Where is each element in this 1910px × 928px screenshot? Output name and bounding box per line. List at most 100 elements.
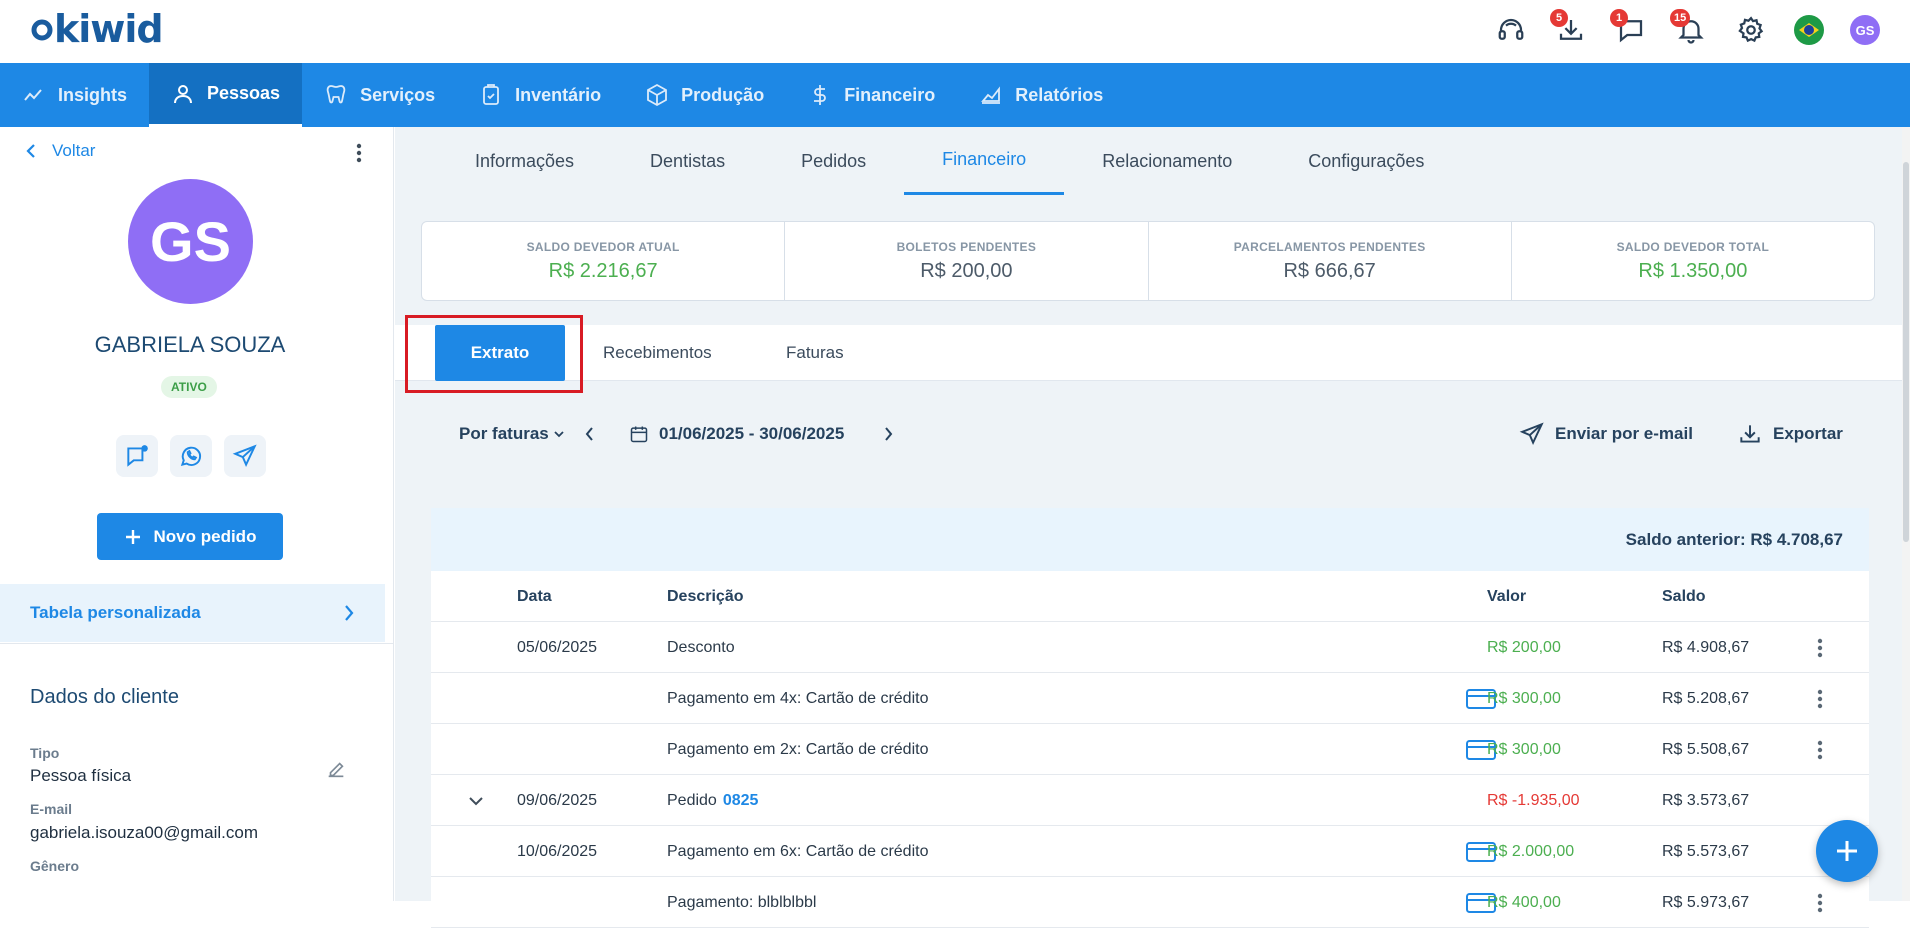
summary-value: R$ 1.350,00	[1638, 259, 1748, 282]
summary-value: R$ 2.216,67	[548, 259, 658, 282]
row-balance: R$ 5.508,67	[1662, 740, 1750, 758]
nav-producao[interactable]: Produção	[623, 63, 786, 127]
gear-icon[interactable]	[1734, 13, 1768, 47]
table-row[interactable]: 09/06/2025 Pedido 0825 R$ -1.935,00 R$ 3.573…	[431, 775, 1869, 826]
support-headset-icon[interactable]	[1494, 13, 1528, 47]
summary-card: PARCELAMENTOS PENDENTES R$ 666,67	[1149, 222, 1512, 300]
client-data-title: Dados do cliente	[30, 686, 179, 708]
clipboard-icon	[483, 84, 500, 105]
summary-label: BOLETOS PENDENTES	[896, 239, 1037, 254]
bell-badge: 15	[1670, 9, 1691, 27]
main-content: Informações Dentistas Pedidos Financeiro…	[395, 127, 1910, 928]
table-row[interactable]: 05/06/2025 Desconto R$ 200,00 R$ 4.908,67	[431, 622, 1869, 673]
row-description: Desconto	[667, 622, 735, 673]
date-range-picker[interactable]: 01/06/2025 - 30/06/2025	[629, 409, 844, 459]
status-badge: ATIVO	[161, 376, 217, 398]
send-icon	[232, 444, 257, 468]
download-icon[interactable]: 5	[1550, 9, 1588, 47]
summary-card: BOLETOS PENDENTES R$ 200,00	[785, 222, 1149, 300]
financial-summary: SALDO DEVEDOR ATUAL R$ 2.216,67 BOLETOS …	[421, 221, 1875, 301]
column-header-value: Valor	[1487, 587, 1527, 605]
tab-configuracoes[interactable]: Configurações	[1270, 127, 1462, 195]
tab-dentistas[interactable]: Dentistas	[612, 127, 763, 195]
new-order-label: Novo pedido	[153, 526, 257, 546]
column-header-date: Data	[517, 587, 552, 605]
row-menu-icon[interactable]	[1815, 877, 1825, 928]
nav-relatorios[interactable]: Relatórios	[957, 63, 1125, 127]
edit-icon[interactable]	[325, 758, 347, 780]
brazil-flag-icon[interactable]	[1794, 15, 1824, 45]
nav-label: Financeiro	[844, 84, 936, 105]
email-value: gabriela.isouza00@gmail.com	[30, 823, 258, 842]
order-link[interactable]: 0825	[723, 792, 759, 810]
summary-card: SALDO DEVEDOR ATUAL R$ 2.216,67	[422, 222, 786, 300]
group-by-label: Por faturas	[459, 424, 549, 443]
row-balance: R$ 4.908,67	[1662, 638, 1750, 656]
table-header: Data Descrição Valor Saldo	[431, 571, 1869, 622]
chevron-left-icon	[585, 427, 593, 441]
highlight-box	[405, 315, 583, 393]
row-description-text: Pagamento: blblblbbl	[667, 893, 817, 911]
tab-relacionamento[interactable]: Relacionamento	[1064, 127, 1270, 195]
nav-insights[interactable]: Insights	[0, 63, 149, 127]
area-chart-icon	[981, 86, 1001, 104]
back-link[interactable]: Voltar	[24, 141, 95, 161]
tab-pedidos[interactable]: Pedidos	[763, 127, 904, 195]
row-menu-icon[interactable]	[1815, 622, 1825, 673]
table-row[interactable]: Pagamento: blblblbbl R$ 400,00 R$ 5.973,67	[431, 877, 1869, 928]
client-menu-icon[interactable]	[352, 141, 366, 165]
bell-icon[interactable]: 15	[1670, 9, 1708, 47]
divider	[0, 643, 394, 644]
row-value: R$ 400,00	[1487, 893, 1561, 911]
nav-pessoas[interactable]: Pessoas	[149, 63, 303, 127]
nav-label: Insights	[58, 84, 128, 105]
tab-faturas[interactable]: Faturas	[786, 325, 844, 381]
new-order-button[interactable]: Novo pedido	[97, 513, 283, 560]
expand-row-icon[interactable]	[467, 775, 485, 826]
row-date: 05/06/2025	[517, 638, 598, 656]
table-body: 05/06/2025 Desconto R$ 200,00 R$ 4.908,67 Pa…	[431, 622, 1869, 928]
row-description-text: Pagamento em 2x: Cartão de crédito	[667, 740, 929, 758]
row-menu-icon[interactable]	[1815, 673, 1825, 724]
send-email-button[interactable]: Enviar por e-mail	[1519, 409, 1693, 459]
box-icon	[647, 83, 668, 107]
kiwid-logo[interactable]: kiwid	[30, 7, 164, 51]
row-description: Pagamento em 6x: Cartão de crédito	[667, 826, 928, 877]
plus-icon	[1837, 841, 1857, 861]
tab-informacoes[interactable]: Informações	[437, 127, 612, 195]
client-avatar: GS	[128, 179, 253, 304]
user-avatar[interactable]: GS	[1850, 15, 1880, 45]
row-description-text: Desconto	[667, 638, 735, 656]
row-menu-icon[interactable]	[1815, 724, 1825, 775]
logo-text: kiwid	[54, 7, 164, 51]
table-row[interactable]: 10/06/2025 Pagamento em 6x: Cartão de cré…	[431, 826, 1869, 877]
add-fab-button[interactable]	[1816, 820, 1878, 882]
download-icon	[1740, 425, 1760, 443]
summary-value: R$ 666,67	[1283, 259, 1376, 282]
custom-price-table-link[interactable]: Tabela personalizada	[0, 584, 385, 642]
nav-label: Pessoas	[207, 83, 281, 103]
plus-icon	[125, 529, 140, 544]
row-balance: R$ 5.973,67	[1662, 893, 1750, 911]
scrollbar[interactable]	[1902, 127, 1910, 901]
next-period-button[interactable]	[883, 409, 893, 459]
tab-recebimentos[interactable]: Recebimentos	[603, 325, 712, 381]
previous-period-button[interactable]	[585, 409, 595, 459]
table-row[interactable]: Pagamento em 4x: Cartão de crédito R$ 300…	[431, 673, 1869, 724]
group-by-dropdown[interactable]: Por faturas	[459, 409, 565, 459]
table-row[interactable]: Pagamento em 2x: Cartão de crédito R$ 300…	[431, 724, 1869, 775]
row-value: R$ -1.935,00	[1487, 791, 1580, 809]
nav-inventario[interactable]: Inventário	[457, 63, 623, 127]
nav-financeiro[interactable]: Financeiro	[786, 63, 957, 127]
row-description-text: Pagamento em 6x: Cartão de crédito	[667, 842, 929, 860]
dollar-icon	[814, 85, 827, 105]
send-button[interactable]	[224, 435, 266, 477]
nav-servicos[interactable]: Serviços	[302, 63, 457, 127]
message-button[interactable]	[116, 435, 158, 477]
export-button[interactable]: Exportar	[1737, 409, 1843, 459]
whatsapp-button[interactable]	[170, 435, 212, 477]
tab-financeiro[interactable]: Financeiro	[904, 127, 1065, 195]
summary-label: SALDO DEVEDOR ATUAL	[526, 239, 680, 254]
row-value: R$ 300,00	[1487, 740, 1561, 758]
chat-icon[interactable]: 1	[1610, 9, 1648, 47]
